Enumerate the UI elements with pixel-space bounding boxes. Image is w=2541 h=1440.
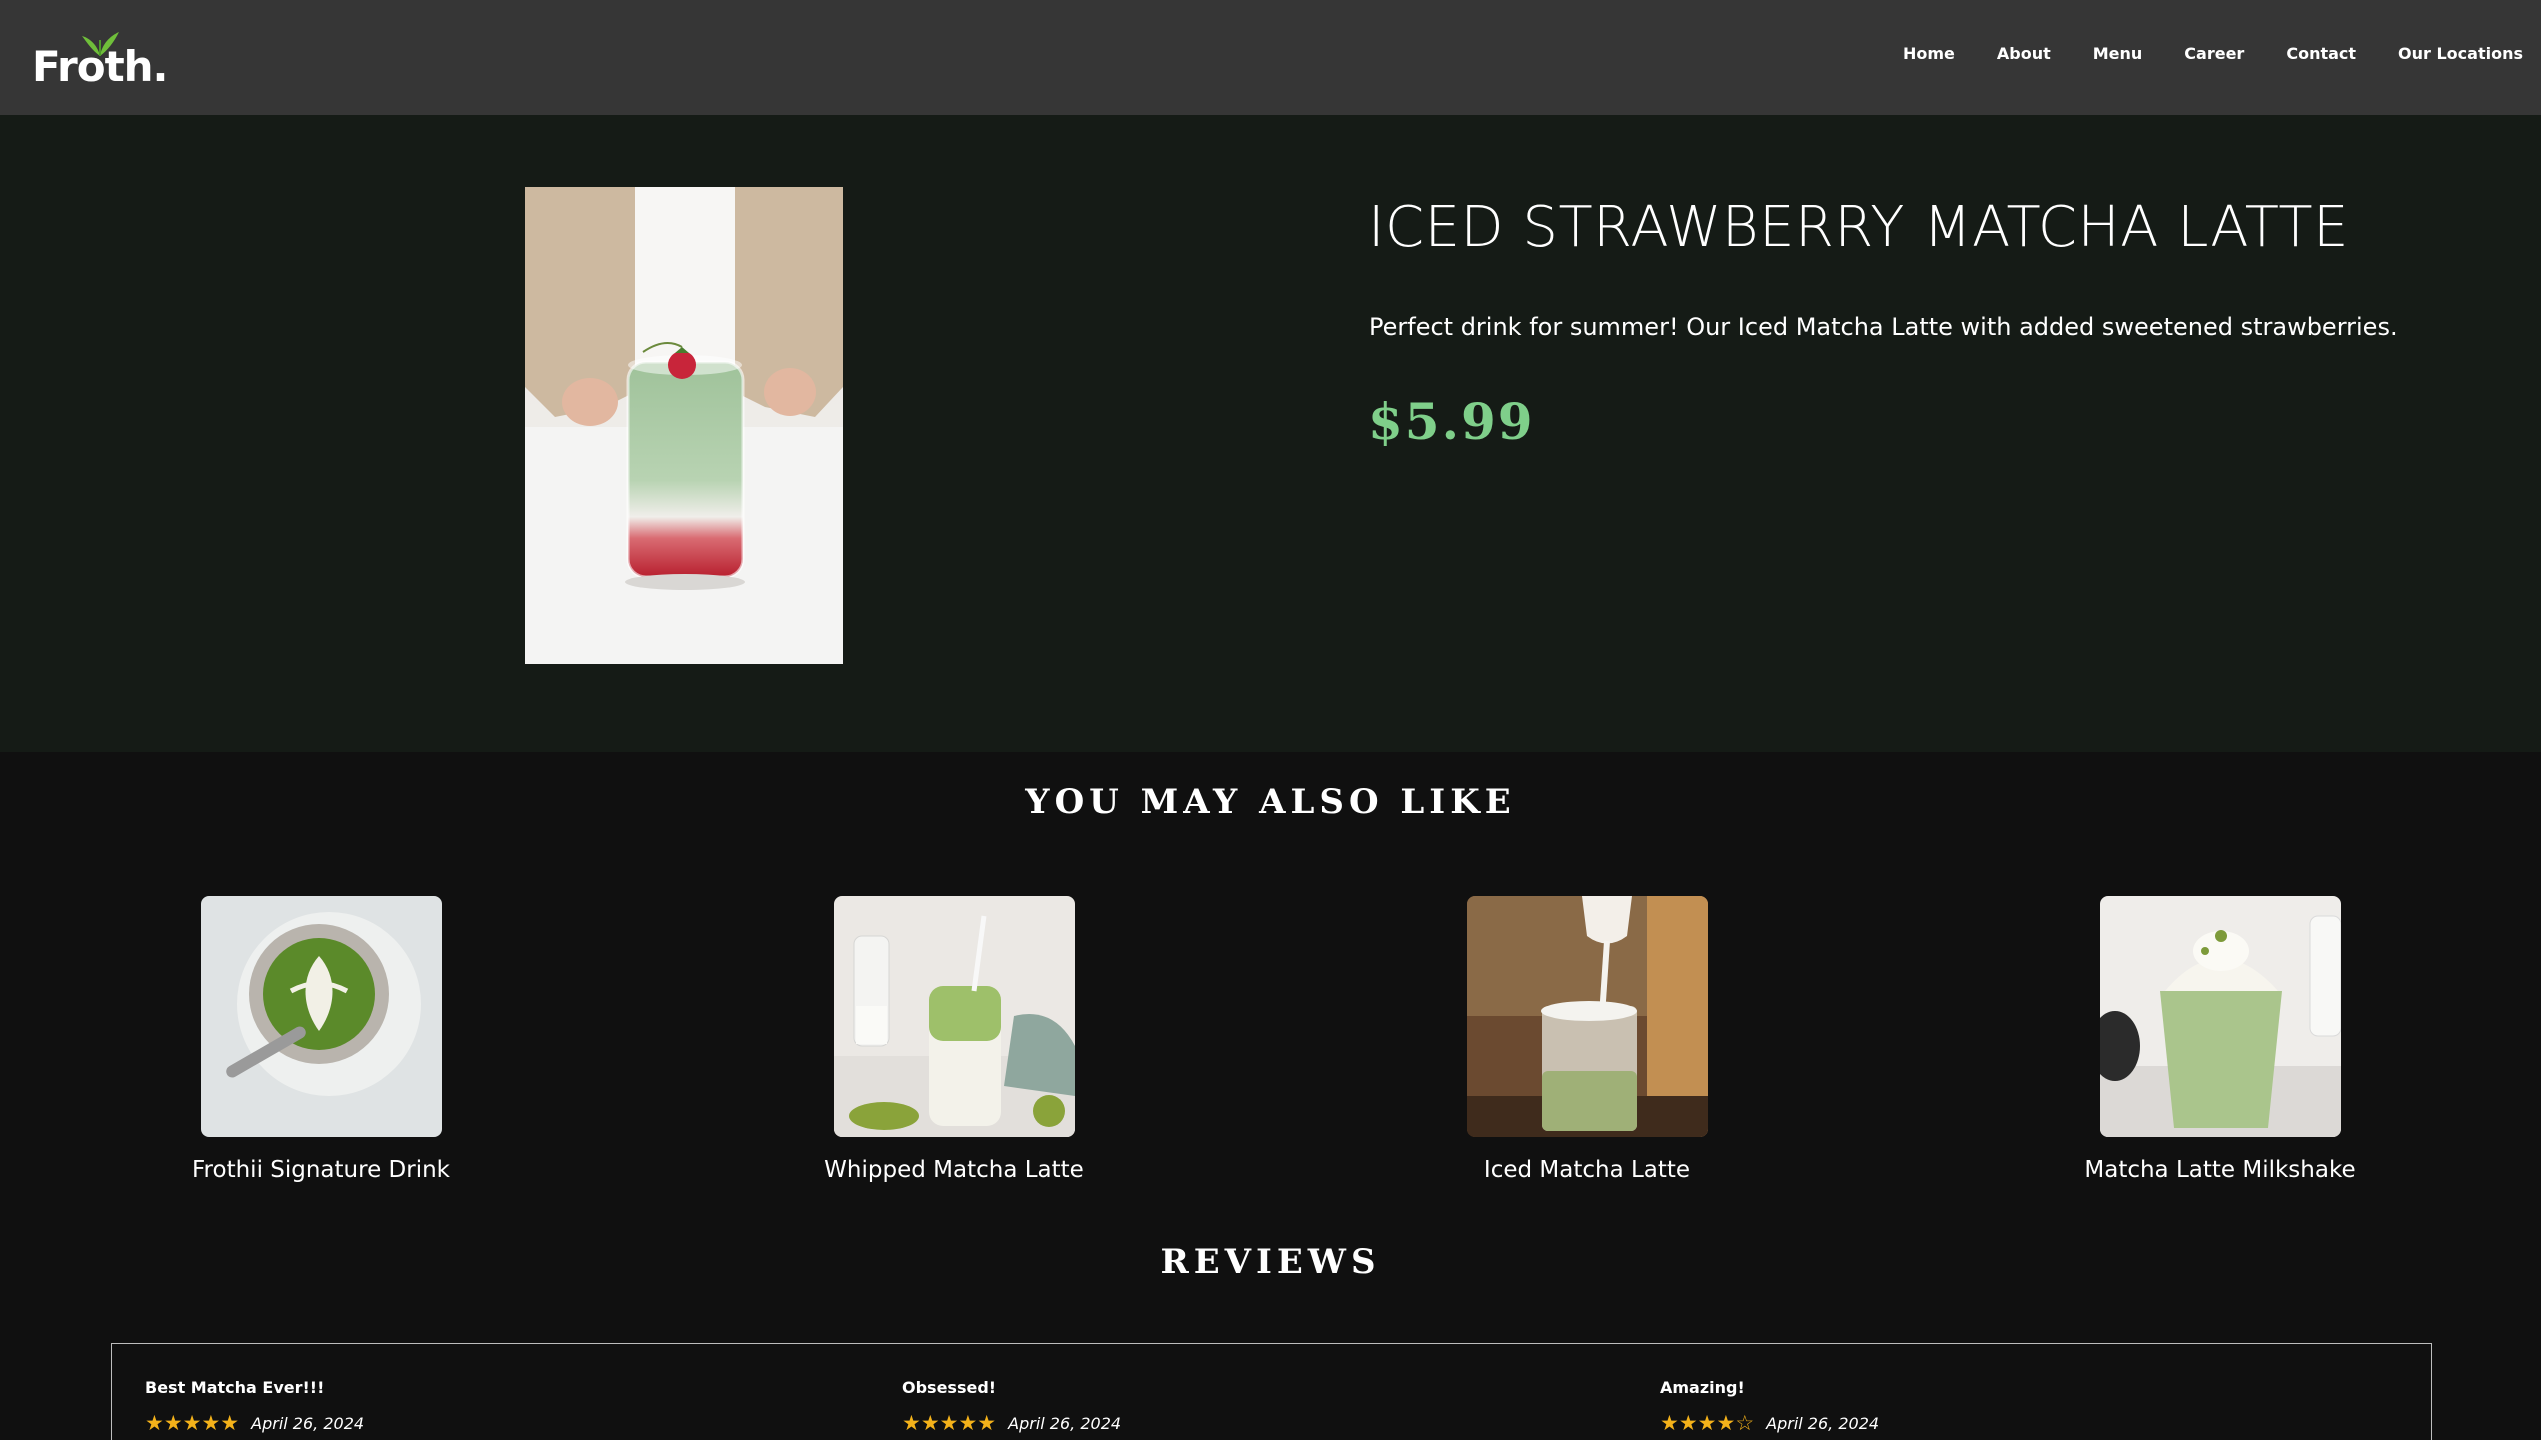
product-price: $5.99 bbox=[1368, 392, 1535, 451]
related-card-name[interactable]: Whipped Matcha Latte bbox=[774, 1157, 1134, 1183]
star-rating-icon: ★★★★★ bbox=[145, 1412, 240, 1435]
product-image bbox=[525, 187, 843, 664]
nav-menu[interactable]: Menu bbox=[2093, 44, 2143, 63]
related-card-image[interactable] bbox=[200, 896, 442, 1137]
froth-logo[interactable]: Froth. bbox=[32, 30, 172, 95]
review-item: Obsessed! ★★★★★ April 26, 2024 bbox=[902, 1378, 1121, 1434]
nav-our-locations[interactable]: Our Locations bbox=[2398, 44, 2523, 63]
nav-career[interactable]: Career bbox=[2184, 44, 2244, 63]
related-card-image[interactable] bbox=[1466, 896, 1708, 1137]
review-item: Amazing! ★★★★☆ April 26, 2024 bbox=[1660, 1378, 1879, 1434]
product-description: Perfect drink for summer! Our Iced Match… bbox=[1369, 313, 2398, 341]
related-card-name[interactable]: Iced Matcha Latte bbox=[1407, 1157, 1767, 1183]
related-card-name[interactable]: Matcha Latte Milkshake bbox=[2040, 1157, 2400, 1183]
related-card[interactable]: Matcha Latte Milkshake bbox=[2040, 896, 2400, 1183]
related-card-name[interactable]: Frothii Signature Drink bbox=[141, 1157, 501, 1183]
review-date: April 26, 2024 bbox=[251, 1414, 365, 1433]
nav-home[interactable]: Home bbox=[1903, 44, 1955, 63]
review-date: April 26, 2024 bbox=[1008, 1414, 1122, 1433]
review-title: Amazing! bbox=[1660, 1378, 1745, 1397]
related-card[interactable]: Iced Matcha Latte bbox=[1407, 896, 1767, 1183]
product-hero: ICED STRAWBERRY MATCHA LATTE Perfect dri… bbox=[0, 115, 2541, 752]
star-rating-icon: ★★★★☆ bbox=[1660, 1412, 1755, 1435]
review-item: Best Matcha Ever!!! ★★★★★ April 26, 2024 bbox=[145, 1378, 364, 1434]
review-date: April 26, 2024 bbox=[1766, 1414, 1880, 1433]
logo-text: Froth. bbox=[32, 42, 169, 91]
related-card[interactable]: Frothii Signature Drink bbox=[141, 896, 501, 1183]
nav-contact[interactable]: Contact bbox=[2286, 44, 2356, 63]
review-title: Obsessed! bbox=[902, 1378, 997, 1397]
related-card-image[interactable] bbox=[833, 896, 1075, 1137]
main-nav: Home About Menu Career Contact Our Locat… bbox=[1861, 44, 2523, 63]
nav-about[interactable]: About bbox=[1997, 44, 2051, 63]
related-card[interactable]: Whipped Matcha Latte bbox=[774, 896, 1134, 1183]
product-title: ICED STRAWBERRY MATCHA LATTE bbox=[1368, 195, 2350, 260]
star-rating-icon: ★★★★★ bbox=[902, 1412, 997, 1435]
review-title: Best Matcha Ever!!! bbox=[145, 1378, 325, 1397]
related-card-image[interactable] bbox=[2099, 896, 2341, 1137]
reviews-list: Best Matcha Ever!!! ★★★★★ April 26, 2024… bbox=[111, 1343, 2432, 1440]
related-heading: YOU MAY ALSO LIKE bbox=[1025, 782, 1516, 822]
site-header: Froth. Home About Menu Career Contact Ou… bbox=[0, 0, 2541, 115]
reviews-heading: REVIEWS bbox=[1160, 1242, 1381, 1282]
